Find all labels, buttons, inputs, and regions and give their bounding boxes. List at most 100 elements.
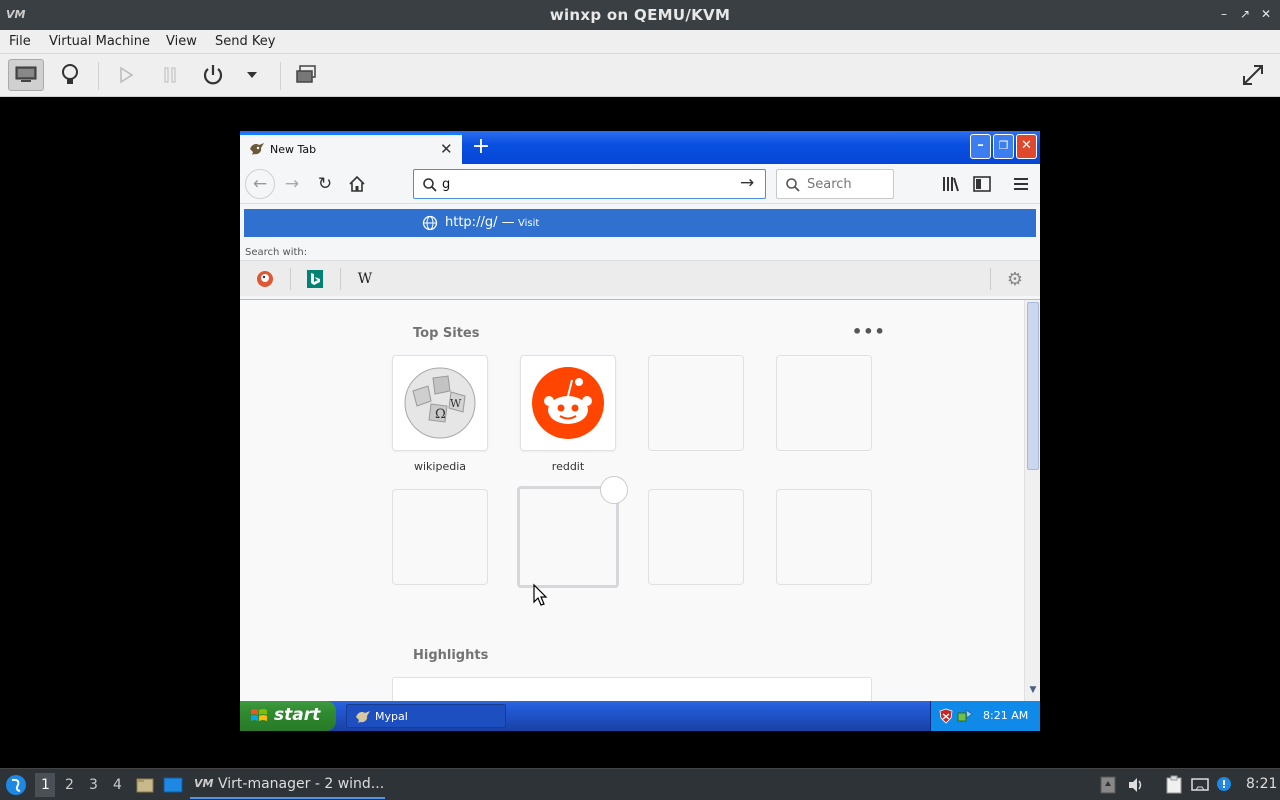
close-button[interactable]: ✕ [1259, 6, 1273, 22]
top-site-tile-empty[interactable] [648, 489, 744, 585]
toolbar-separator [98, 62, 99, 90]
url-input[interactable] [442, 175, 732, 193]
url-bar[interactable]: → [413, 169, 766, 199]
taskbar-button-mypal[interactable]: Mypal [346, 704, 506, 728]
top-site-label: wikipedia [413, 460, 466, 473]
top-site-tile-wikipedia[interactable]: Ω W [392, 355, 488, 451]
menu-send-key[interactable]: Send Key [215, 34, 275, 49]
workspace-3[interactable]: 3 [89, 777, 98, 793]
tab-new-tab[interactable]: New Tab ✕ [240, 133, 462, 164]
search-input[interactable] [807, 176, 887, 192]
svg-text:Ω: Ω [435, 407, 446, 422]
maximize-button[interactable]: ↗ [1238, 6, 1252, 22]
top-sites-menu-button[interactable]: ••• [852, 322, 886, 341]
workspace-1[interactable]: 1 [41, 777, 50, 793]
power-icon[interactable] [195, 59, 231, 91]
start-button[interactable]: start [240, 701, 336, 731]
clipboard-icon[interactable] [1164, 775, 1184, 795]
browser-window: New Tab ✕ + – ❐ ✕ ← → ↻ → [240, 131, 1040, 731]
window-title: winxp on QEMU/KVM [549, 6, 731, 24]
home-button[interactable] [342, 169, 372, 199]
mypal-favicon-icon [250, 143, 264, 155]
updates-icon[interactable] [1098, 775, 1118, 795]
search-with-label: Search with: [245, 247, 308, 258]
volume-icon[interactable] [1126, 775, 1146, 795]
workspace-2[interactable]: 2 [65, 777, 74, 793]
toolbar [0, 54, 1280, 97]
network-manager-icon[interactable] [1190, 775, 1210, 795]
top-site-tile-empty[interactable] [648, 355, 744, 451]
forward-button[interactable]: → [277, 169, 307, 199]
monitor-icon[interactable] [8, 59, 44, 91]
menu-logo-icon[interactable] [5, 774, 27, 796]
dropdown-arrow-icon[interactable] [234, 59, 270, 91]
menu-file[interactable]: File [9, 34, 31, 49]
top-site-tile-empty[interactable] [776, 489, 872, 585]
go-arrow-icon[interactable]: → [740, 173, 754, 193]
suggestion-action: Visit [518, 218, 540, 229]
top-site-tile-empty[interactable] [776, 355, 872, 451]
scrollbar-thumb[interactable] [1027, 302, 1039, 470]
menu-view[interactable]: View [166, 34, 197, 49]
taskbar-button-virt-manager[interactable]: VM Virt-manager - 2 wind... [190, 771, 385, 799]
screenshot-icon[interactable] [288, 59, 324, 91]
pause-icon[interactable] [152, 59, 188, 91]
toolbar-separator [280, 62, 281, 90]
system-tray: 8:21 AM [930, 701, 1040, 731]
library-icon[interactable] [936, 169, 966, 199]
sidebar-icon[interactable] [967, 169, 997, 199]
xp-restore-button[interactable]: ❐ [993, 134, 1014, 159]
lightbulb-icon[interactable] [52, 59, 88, 91]
file-manager-icon[interactable] [136, 776, 154, 794]
reload-button[interactable]: ↻ [310, 169, 340, 199]
top-site-tile-reddit[interactable] [520, 355, 616, 451]
xp-taskbar: start Mypal 8:21 AM [240, 701, 1040, 731]
search-bar[interactable] [776, 169, 894, 199]
minimize-button[interactable]: – [1217, 6, 1231, 22]
menu-virtual-machine[interactable]: Virtual Machine [49, 34, 150, 49]
scroll-down-arrow-icon[interactable]: ▼ [1027, 685, 1039, 699]
wikipedia-search-icon[interactable]: W [352, 268, 378, 290]
top-sites-title: Top Sites [413, 326, 480, 341]
search-engines-bar: W ⚙ [240, 260, 1040, 296]
url-suggestion-row[interactable]: http://g/ — Visit [244, 209, 1036, 237]
svg-text:W: W [450, 397, 462, 410]
back-button[interactable]: ← [245, 169, 275, 199]
play-icon[interactable] [108, 59, 144, 91]
tab-strip: New Tab ✕ + – ❐ ✕ [240, 131, 1040, 164]
xp-clock: 8:21 AM [983, 709, 1029, 722]
fullscreen-icon[interactable] [1235, 59, 1271, 91]
gear-icon[interactable]: ⚙ [1002, 268, 1028, 290]
mouse-cursor-icon [533, 583, 548, 606]
scrollbar[interactable]: ▼ [1024, 300, 1040, 701]
menu-bar: File Virtual Machine View Send Key [0, 30, 1280, 54]
notification-icon[interactable] [1214, 775, 1234, 795]
top-site-tile-empty-hovered[interactable] [517, 486, 619, 588]
virt-manager-icon: VM [194, 777, 214, 790]
workspace-4[interactable]: 4 [113, 777, 122, 793]
highlights-title: Highlights [413, 648, 489, 663]
wikipedia-globe-icon: Ω W [404, 367, 476, 439]
globe-icon [422, 215, 438, 231]
terminal-icon[interactable] [163, 776, 183, 794]
new-tab-button[interactable]: + [470, 133, 492, 161]
search-icon [423, 178, 437, 192]
hamburger-menu-icon[interactable] [1006, 169, 1036, 199]
tile-context-menu-button[interactable] [600, 476, 628, 504]
search-icon [786, 178, 800, 192]
host-panel: 1 2 3 4 VM Virt-manager - 2 wind... 8:21 [0, 768, 1280, 800]
panel-clock: 8:21 [1246, 776, 1278, 792]
top-site-tile-empty[interactable] [392, 489, 488, 585]
bing-icon[interactable] [302, 268, 328, 290]
xp-close-button[interactable]: ✕ [1016, 134, 1037, 159]
security-shield-icon[interactable] [939, 708, 953, 724]
windows-logo-icon [251, 709, 267, 721]
tab-close-icon[interactable]: ✕ [440, 140, 453, 158]
duckduckgo-icon[interactable] [252, 268, 278, 290]
host-titlebar: VM winxp on QEMU/KVM – ↗ ✕ [0, 0, 1280, 30]
top-site-label: reddit [551, 460, 585, 473]
xp-minimize-button[interactable]: – [970, 134, 991, 159]
url-dropdown: http://g/ — Visit Search with: W ⚙ [240, 204, 1040, 300]
network-icon[interactable] [957, 708, 973, 724]
new-tab-content: Top Sites ••• Ω W wikipedia reddit Highl… [240, 300, 1024, 717]
